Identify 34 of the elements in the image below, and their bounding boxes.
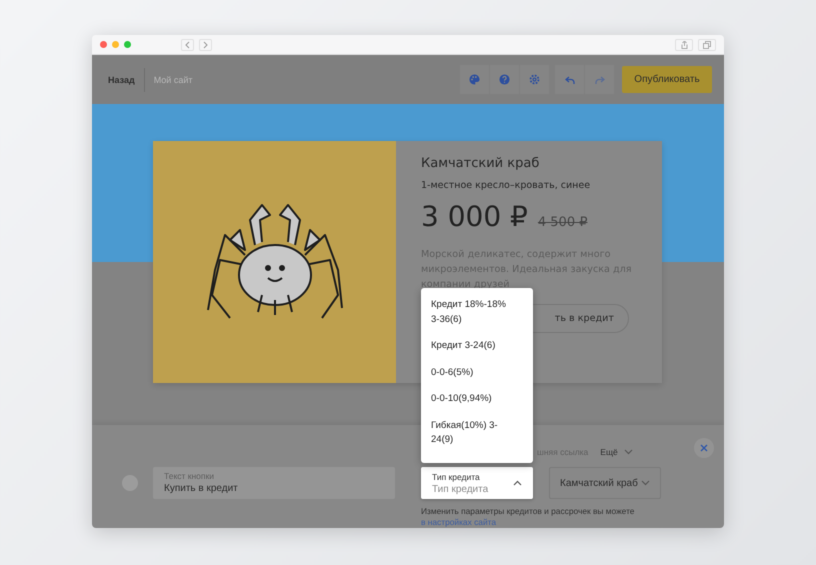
- help-icon[interactable]: [490, 65, 519, 94]
- chevron-down-icon: [624, 449, 633, 455]
- menu-option[interactable]: 0-0-10(9,94%): [431, 392, 511, 406]
- share-icon[interactable]: [675, 38, 693, 50]
- field-label: Тип кредита: [432, 472, 481, 482]
- close-window-icon[interactable]: [100, 41, 107, 48]
- old-price: 4 500 ₽: [538, 215, 588, 230]
- site-name: Мой сайт: [152, 74, 192, 84]
- product-price: 3 000 ₽: [421, 200, 528, 233]
- publish-button[interactable]: Опубликовать: [622, 66, 712, 93]
- chevron-down-icon: [641, 480, 650, 486]
- close-button[interactable]: [694, 438, 714, 458]
- menu-option[interactable]: 0-0-6(5%): [431, 366, 511, 380]
- minimize-window-icon[interactable]: [112, 41, 119, 48]
- credit-note: Изменить параметры кредитов и рассрочек вы можете в настройках сайта: [421, 506, 636, 527]
- undo-icon[interactable]: [555, 65, 584, 94]
- credit-type-select[interactable]: Тип кредита Тип кредита: [421, 467, 533, 499]
- product-title: Камчатский краб: [421, 156, 540, 171]
- menu-option[interactable]: Кредит 18%-18% 3-36(6): [431, 298, 511, 327]
- menu-option[interactable]: Гибкая(10%) 3-24(9): [431, 418, 511, 448]
- chevron-up-icon: [513, 480, 522, 486]
- product-select[interactable]: Камчатский краб: [549, 467, 661, 499]
- back-link[interactable]: Назад: [108, 68, 145, 92]
- more-dropdown[interactable]: Ещё: [600, 446, 633, 458]
- redo-icon[interactable]: [585, 65, 614, 94]
- product-subtitle: 1-местное кресло–кровать, синее: [421, 180, 592, 191]
- settings-icon[interactable]: [520, 65, 549, 94]
- field-placeholder: Тип кредита: [432, 484, 490, 494]
- palette-icon[interactable]: [460, 65, 489, 94]
- field-value: Купить в кредит: [164, 483, 239, 494]
- menu-option[interactable]: Кредит 3-24(6): [431, 339, 511, 354]
- zoom-window-icon[interactable]: [124, 41, 131, 48]
- tabs-icon[interactable]: [698, 38, 716, 50]
- close-icon: [700, 444, 708, 452]
